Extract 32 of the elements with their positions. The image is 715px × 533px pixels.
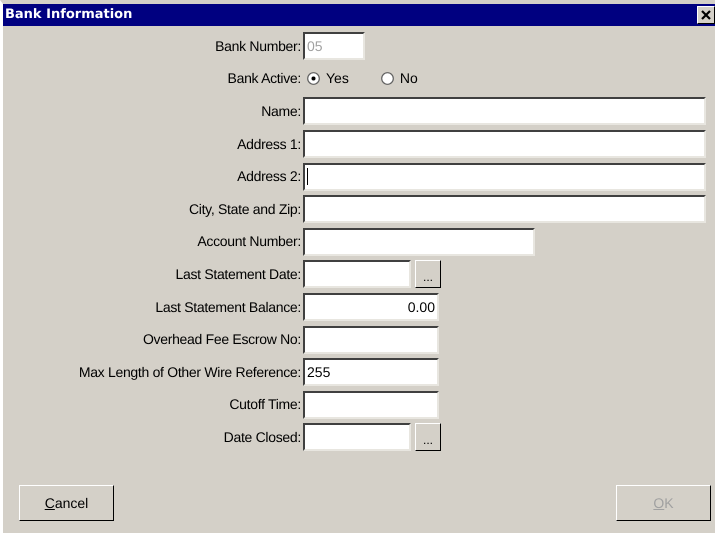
browse-button[interactable]: ...	[415, 260, 441, 288]
field-label: Overhead Fee Escrow No:	[142, 330, 302, 350]
field-label: Name:	[260, 102, 302, 121]
input-field[interactable]	[303, 326, 439, 354]
browse-button[interactable]: ...	[415, 423, 441, 452]
radio-option[interactable]: No	[380, 68, 418, 90]
field-label: Max Length of Other Wire Reference:	[78, 362, 302, 382]
field-label: Bank Active:	[226, 69, 302, 88]
field-label: Date Closed:	[222, 428, 302, 447]
date-field[interactable]	[303, 423, 411, 452]
field-label: Account Number:	[196, 232, 302, 252]
field-label: Bank Number:	[214, 36, 302, 56]
input-field[interactable]	[303, 162, 706, 191]
cancel-button[interactable]: Cancel	[19, 485, 114, 521]
input-field[interactable]	[303, 390, 439, 419]
input-field[interactable]	[303, 195, 706, 224]
field-label: Last Statement Date:	[174, 264, 302, 284]
field-label: Cutoff Time:	[228, 395, 302, 414]
field-label: Address 1:	[236, 134, 302, 154]
input-field[interactable]	[303, 97, 706, 126]
window-title: Bank Information	[5, 6, 132, 24]
close-icon	[701, 10, 711, 20]
field-label: Address 2:	[236, 167, 302, 186]
close-button[interactable]	[697, 6, 715, 24]
input-field[interactable]: 255	[303, 358, 439, 386]
field-label: Last Statement Balance:	[154, 298, 302, 317]
input-field[interactable]	[303, 130, 706, 158]
date-field[interactable]	[303, 260, 411, 288]
field-label: City, State and Zip:	[188, 200, 302, 219]
radio-option[interactable]: Yes	[307, 68, 349, 90]
input-field[interactable]: 0.00	[303, 293, 439, 322]
input-field[interactable]	[303, 228, 535, 256]
